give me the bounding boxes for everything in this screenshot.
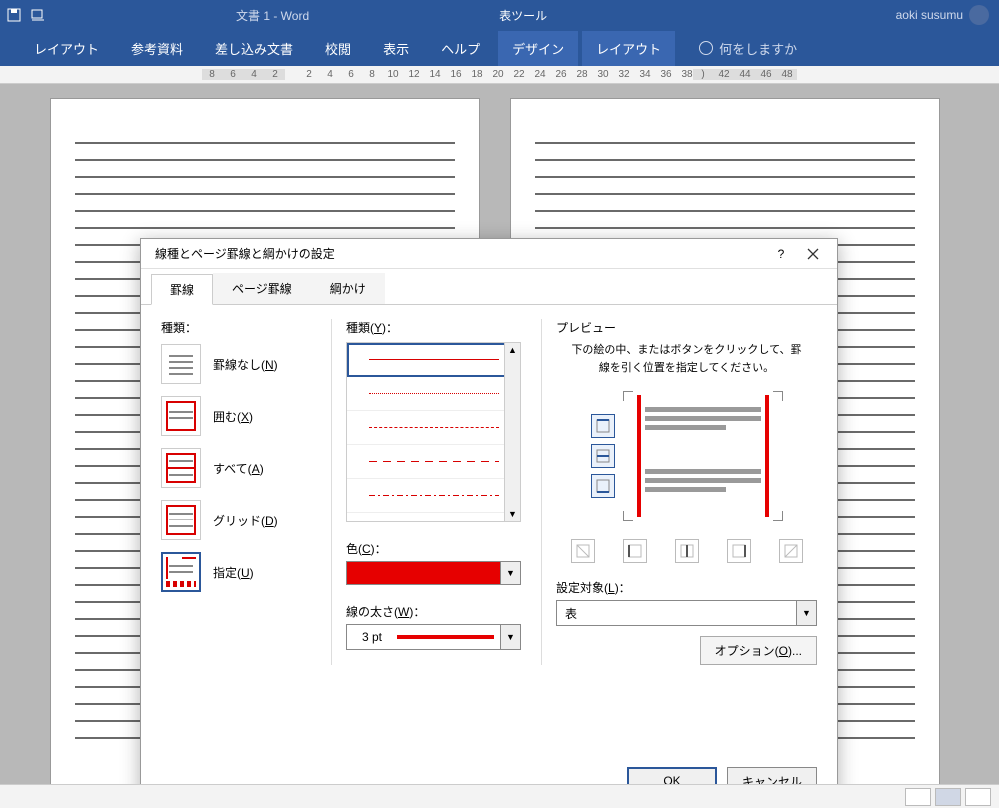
line-style-solid[interactable] (347, 343, 520, 377)
customize-icon[interactable] (30, 7, 46, 23)
border-left-toggle[interactable] (623, 539, 647, 563)
setting-none[interactable]: 罫線なし(N) (161, 344, 311, 384)
tab-review[interactable]: 校閲 (311, 31, 365, 66)
style-column: 種類(Y)： ▲▼ 色(C)： ▼ 線の太 (331, 319, 521, 665)
doc-title: 文書 1 - Word (236, 7, 309, 24)
width-picker[interactable]: 3 pt ▼ (346, 624, 521, 650)
tab-shading[interactable]: 綱かけ (311, 273, 385, 304)
chevron-down-icon[interactable]: ▼ (500, 562, 520, 584)
line-style-dotted[interactable] (347, 377, 520, 411)
bulb-icon (699, 41, 713, 55)
user-name[interactable]: aoki susumu (896, 5, 999, 25)
statusbar (0, 784, 999, 808)
ribbon: レイアウト 参考資料 差し込み文書 校閲 表示 ヘルプ デザイン レイアウト 何… (0, 30, 999, 66)
tell-me[interactable]: 何をしますか (699, 39, 797, 58)
save-icon[interactable] (6, 7, 22, 23)
borders-shading-dialog: 線種とページ罫線と綱かけの設定 ? 罫線 ページ罫線 綱かけ 種類： 罫線なし(… (140, 238, 838, 808)
tab-page-border[interactable]: ページ罫線 (213, 273, 311, 304)
width-label: 線の太さ(W)： (346, 603, 521, 620)
chevron-down-icon[interactable]: ▼ (796, 601, 816, 625)
titlebar: 文書 1 - Word 表ツール aoki susumu (0, 0, 999, 30)
ruler[interactable]: 8642 2468101214161820222426283032343638 … (0, 66, 999, 84)
scroll-down-icon[interactable]: ▼ (506, 507, 519, 521)
border-right-toggle[interactable] (727, 539, 751, 563)
tab-layout[interactable]: レイアウト (20, 31, 113, 66)
setting-grid[interactable]: グリッド(D) (161, 500, 311, 540)
settings-label: 種類： (161, 319, 311, 336)
settings-column: 種類： 罫線なし(N) 囲む(X) すべて(A) グリッド(D) (161, 319, 311, 665)
color-swatch (347, 562, 500, 584)
apply-to-value: 表 (557, 605, 796, 622)
ruler-right-margin: )42444648 (693, 69, 797, 80)
line-style-list[interactable]: ▲▼ (346, 342, 521, 522)
tab-table-design[interactable]: デザイン (498, 31, 578, 66)
border-bottom-toggle[interactable] (591, 474, 615, 498)
setting-custom[interactable]: 指定(U) (161, 552, 311, 592)
apply-to-label: 設定対象(L)： (556, 579, 817, 596)
tab-view[interactable]: 表示 (369, 31, 423, 66)
width-value: 3 pt (347, 630, 397, 644)
dialog-title: 線種とページ罫線と綱かけの設定 (155, 245, 765, 262)
chevron-down-icon[interactable]: ▼ (500, 625, 520, 649)
tab-references[interactable]: 参考資料 (117, 31, 197, 66)
line-style-dashdot[interactable] (347, 479, 520, 513)
close-button[interactable] (797, 242, 829, 266)
border-top-toggle[interactable] (591, 414, 615, 438)
preview-label: プレビュー (556, 319, 817, 336)
style-scrollbar[interactable]: ▲▼ (504, 343, 520, 521)
options-button[interactable]: オプション(O)... (700, 636, 817, 665)
preview-hint: 下の絵の中、またはボタンをクリックして、罫線を引く位置を指定してください。 (556, 342, 817, 377)
style-label: 種類(Y)： (346, 319, 521, 336)
border-diag-down-toggle[interactable] (571, 539, 595, 563)
color-label: 色(C)： (346, 540, 521, 557)
tab-borders[interactable]: 罫線 (151, 274, 213, 305)
apply-to-picker[interactable]: 表 ▼ (556, 600, 817, 626)
ruler-left-margin: 8642 (202, 69, 285, 80)
border-vmiddle-toggle[interactable] (675, 539, 699, 563)
tab-help[interactable]: ヘルプ (427, 31, 494, 66)
preview-column: プレビュー 下の絵の中、またはボタンをクリックして、罫線を引く位置を指定してくだ… (541, 319, 817, 665)
view-web-layout[interactable] (965, 788, 991, 806)
avatar-icon (969, 5, 989, 25)
preview-canvas[interactable] (623, 391, 783, 521)
dialog-tabs: 罫線 ページ罫線 綱かけ (141, 273, 837, 305)
document-area[interactable]: 線種とページ罫線と綱かけの設定 ? 罫線 ページ罫線 綱かけ 種類： 罫線なし(… (0, 84, 999, 804)
tab-table-layout[interactable]: レイアウト (582, 31, 675, 66)
help-button[interactable]: ? (765, 242, 797, 266)
width-preview (397, 635, 494, 639)
close-icon (807, 248, 819, 260)
contextual-tool-title: 表ツール (489, 7, 557, 24)
line-style-dash-s[interactable] (347, 411, 520, 445)
setting-box[interactable]: 囲む(X) (161, 396, 311, 436)
dialog-titlebar: 線種とページ罫線と綱かけの設定 ? (141, 239, 837, 269)
border-hmiddle-toggle[interactable] (591, 444, 615, 468)
view-print-layout[interactable] (935, 788, 961, 806)
border-diag-up-toggle[interactable] (779, 539, 803, 563)
color-picker[interactable]: ▼ (346, 561, 521, 585)
setting-all[interactable]: すべて(A) (161, 448, 311, 488)
tab-mailings[interactable]: 差し込み文書 (201, 31, 307, 66)
scroll-up-icon[interactable]: ▲ (506, 343, 519, 357)
ruler-main: 2468101214161820222426283032343638 (303, 69, 693, 80)
line-style-dash-l[interactable] (347, 445, 520, 479)
view-read-mode[interactable] (905, 788, 931, 806)
